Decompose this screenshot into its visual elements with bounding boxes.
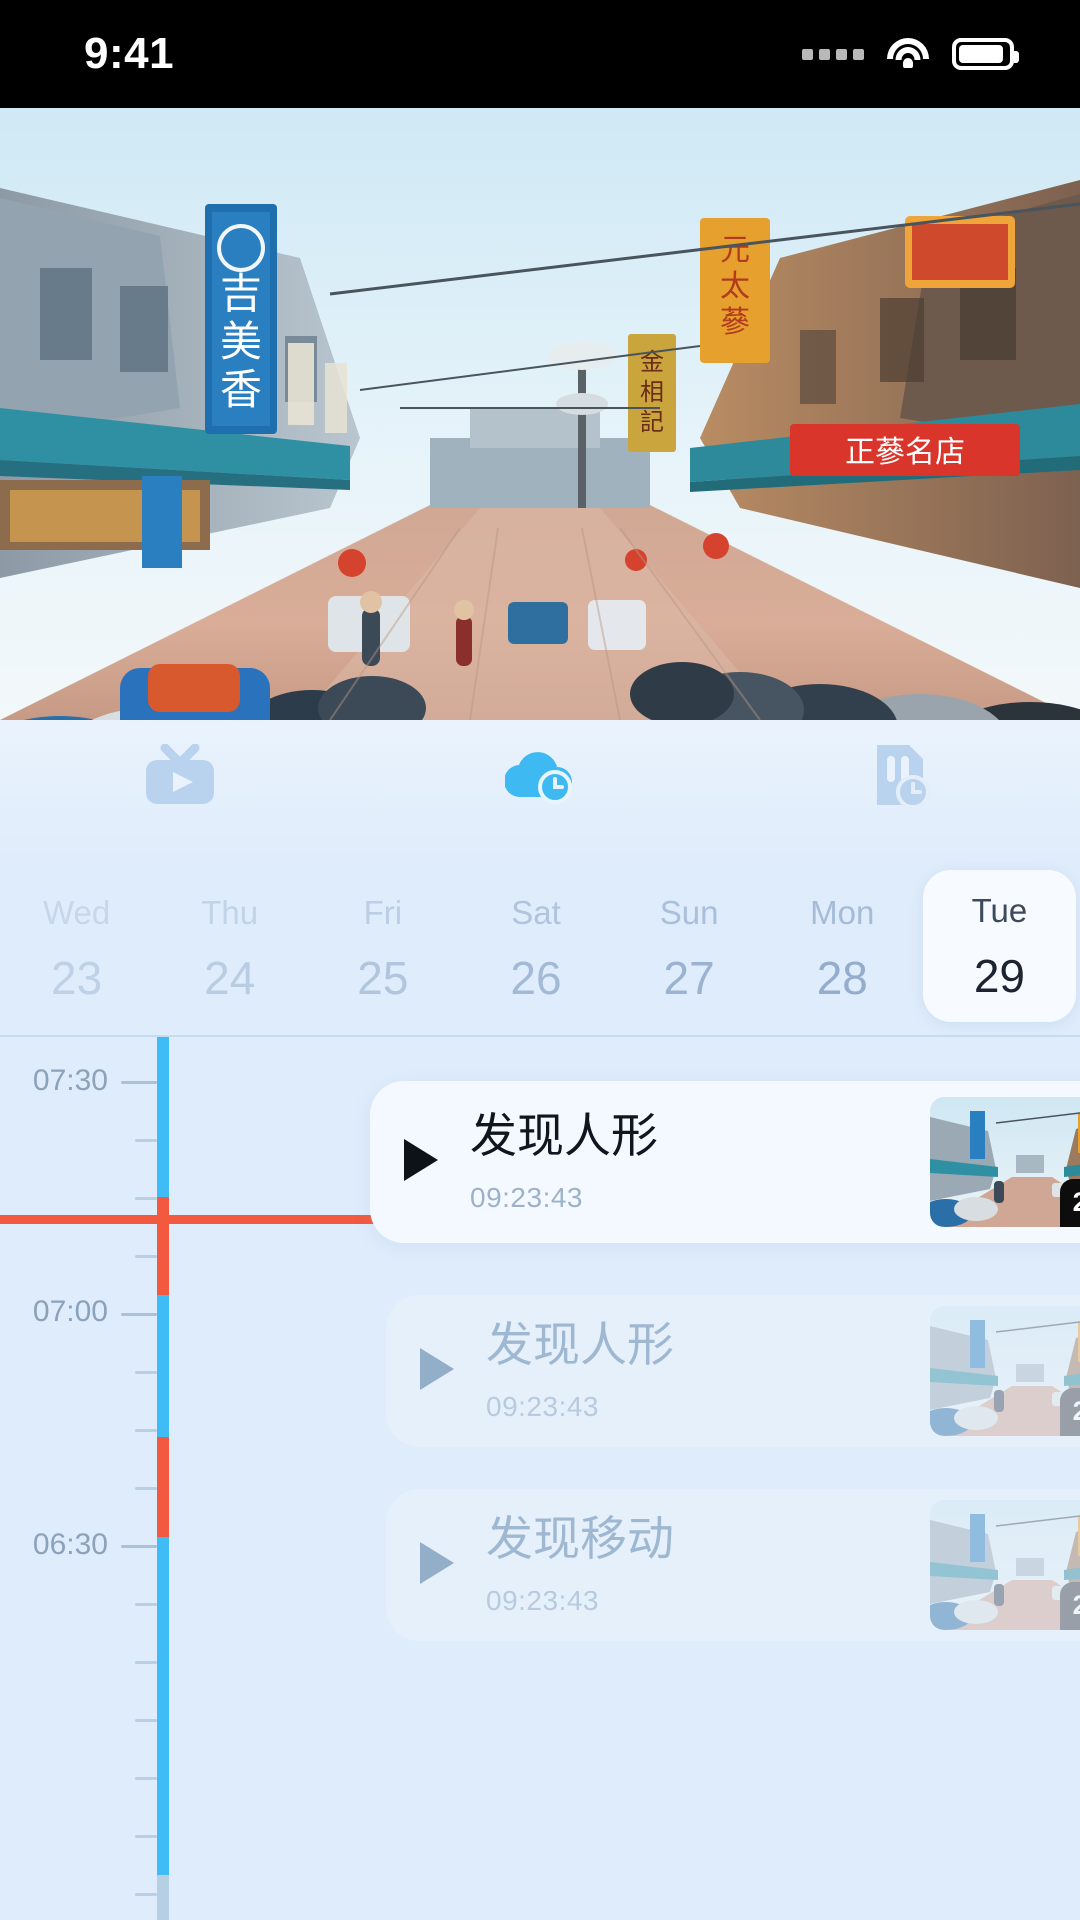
live-video-feed[interactable]: 吉 美 香 元 太 蔘 金 相 記 正蔘名店 xyxy=(0,108,1080,720)
svg-text:正蔘名店: 正蔘名店 xyxy=(845,435,965,470)
day-cell-23[interactable]: Wed 23 xyxy=(0,860,153,1036)
event-card[interactable]: 发现人形 09:23:43 23" xyxy=(386,1295,1080,1447)
svg-text:蔘: 蔘 xyxy=(720,305,750,340)
event-time: 09:23:43 xyxy=(486,1391,599,1423)
tab-sdcard-playback[interactable] xyxy=(720,720,1080,830)
status-bar-indicators xyxy=(802,38,1019,70)
day-cell-29[interactable]: Tue 29 xyxy=(922,870,1076,1022)
event-time: 09:23:43 xyxy=(486,1585,599,1617)
day-cell-date: 26 xyxy=(510,951,562,1004)
day-cell-date: 24 xyxy=(204,951,256,1004)
event-duration-badge: 23" xyxy=(1059,1582,1080,1630)
day-cell-date: 29 xyxy=(973,949,1025,1002)
cloud-clock-icon xyxy=(505,752,572,804)
event-title: 发现人形 xyxy=(470,1108,658,1164)
day-selector[interactable]: Wed 23 Thu 24 Fri 25 Sat 26 Sun 27 Mon 28 Tue 29 xyxy=(0,860,1080,1036)
svg-text:太: 太 xyxy=(720,269,750,304)
svg-text:美: 美 xyxy=(220,317,262,366)
tab-live[interactable] xyxy=(0,720,360,830)
day-cell-weekday: Mon xyxy=(810,893,875,931)
sdcard-clock-icon xyxy=(877,745,930,808)
day-cell-28[interactable]: Mon 28 xyxy=(766,860,919,1036)
day-cell-date: 27 xyxy=(663,951,715,1004)
tv-play-icon xyxy=(146,744,214,804)
day-cell-weekday: Sat xyxy=(511,893,561,931)
day-cell-27[interactable]: Sun 27 xyxy=(613,860,766,1036)
day-cell-weekday: Sun xyxy=(659,893,719,931)
wifi-icon xyxy=(886,38,930,70)
signal-dots-icon xyxy=(802,48,864,60)
playback-panel: Wed 23 Thu 24 Fri 25 Sat 26 Sun 27 Mon 28 Tue 29 07:3… xyxy=(0,720,1080,1920)
day-cell-weekday: Wed xyxy=(42,893,111,931)
event-thumbnail[interactable]: 23" xyxy=(930,1306,1080,1436)
svg-text:相: 相 xyxy=(640,378,664,406)
tab-cloud-playback[interactable] xyxy=(360,720,720,830)
day-cell-weekday: Fri xyxy=(363,893,403,931)
day-cell-weekday: Thu xyxy=(201,893,259,931)
event-thumbnail[interactable]: 23" xyxy=(930,1097,1080,1227)
play-triangle-icon[interactable] xyxy=(416,1346,456,1397)
day-cell-date: 25 xyxy=(357,951,409,1004)
video-frame-graphic: 吉 美 香 元 太 蔘 金 相 記 正蔘名店 xyxy=(0,108,1080,720)
svg-text:記: 記 xyxy=(640,408,664,436)
day-cell-weekday: Tue xyxy=(971,891,1028,929)
play-triangle-icon[interactable] xyxy=(416,1540,456,1591)
event-card[interactable]: 发现移动 09:23:43 23" xyxy=(386,1489,1080,1641)
status-bar-clock: 9:41 xyxy=(84,29,175,78)
battery-icon xyxy=(952,38,1019,70)
day-cell-26[interactable]: Sat 26 xyxy=(459,860,612,1036)
event-title: 发现人形 xyxy=(486,1317,674,1373)
svg-text:元: 元 xyxy=(720,233,750,268)
day-cell-date: 28 xyxy=(816,951,868,1004)
svg-text:香: 香 xyxy=(220,365,262,414)
event-duration-badge: 23" xyxy=(1059,1388,1080,1436)
tab-bar xyxy=(0,720,1080,830)
event-duration-badge: 23" xyxy=(1059,1179,1080,1227)
event-time: 09:23:43 xyxy=(470,1182,583,1214)
status-bar: 9:41 xyxy=(0,0,1080,108)
event-list: 发现人形 09:23:43 23" 发现人形 09:23:43 23" 发现移动 09:2… xyxy=(0,1037,1080,1920)
day-cell-date: 23 xyxy=(50,951,103,1004)
event-card[interactable]: 发现人形 09:23:43 23" xyxy=(370,1081,1080,1243)
event-title: 发现移动 xyxy=(486,1511,674,1567)
day-cell-24[interactable]: Thu 24 xyxy=(153,860,306,1036)
event-thumbnail[interactable]: 23" xyxy=(930,1500,1080,1630)
day-cell-25[interactable]: Fri 25 xyxy=(306,860,459,1036)
play-triangle-icon[interactable] xyxy=(400,1137,440,1188)
svg-text:吉: 吉 xyxy=(220,269,262,318)
